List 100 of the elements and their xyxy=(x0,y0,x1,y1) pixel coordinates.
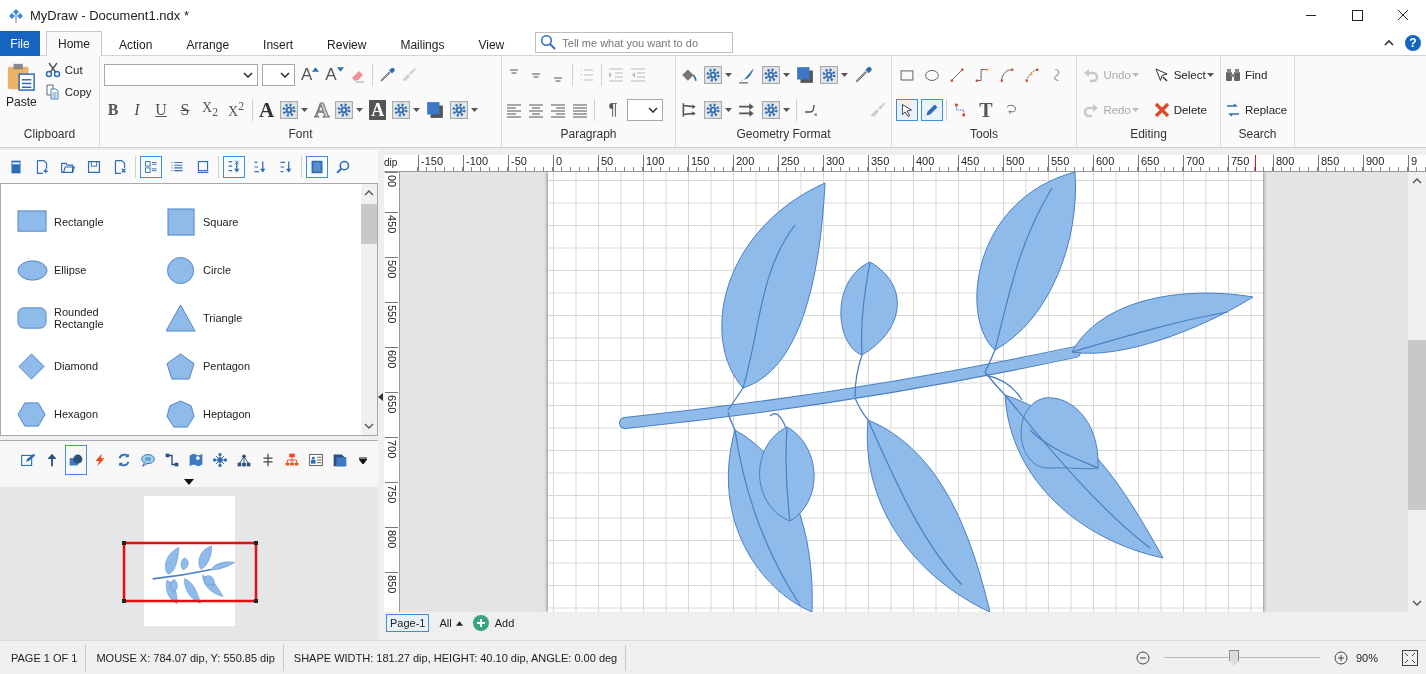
select-button[interactable]: Select xyxy=(1153,65,1214,86)
spacing-dropdown[interactable] xyxy=(627,98,663,121)
shape-item[interactable]: Rounded Rectangle xyxy=(17,294,166,342)
caret-icon[interactable] xyxy=(783,73,790,78)
underline-button[interactable]: U xyxy=(152,100,170,119)
font-size-dropdown[interactable] xyxy=(262,64,295,87)
text-shadow-button[interactable]: A xyxy=(369,99,387,120)
zoom-out-icon[interactable] xyxy=(1136,650,1150,665)
ribbon-tab[interactable]: View xyxy=(461,32,522,56)
gear-icon[interactable] xyxy=(820,66,838,85)
gear-icon[interactable] xyxy=(704,66,722,85)
window-title: MyDraw - Document1.ndx * xyxy=(30,8,189,23)
cut-button[interactable]: Cut xyxy=(44,60,92,80)
shrink-font-button[interactable]: A xyxy=(325,66,344,85)
gear-icon[interactable] xyxy=(280,100,299,119)
gear-icon[interactable] xyxy=(450,100,469,119)
scroll-down-icon[interactable] xyxy=(1412,600,1422,606)
caret-icon xyxy=(1206,73,1214,78)
caret-icon[interactable] xyxy=(471,107,479,112)
more-icon[interactable] xyxy=(359,456,367,464)
mouse-position: MOUSE X: 784.07 dip, Y: 550.85 dip xyxy=(86,644,284,671)
scroll-up-icon[interactable] xyxy=(1412,178,1422,184)
ribbon-tab[interactable]: Home xyxy=(46,31,102,56)
bold-button[interactable]: B xyxy=(104,100,122,119)
plus-circle-icon xyxy=(472,615,489,631)
scroll-thumb[interactable] xyxy=(361,204,377,244)
shape-item[interactable]: Diamond xyxy=(17,342,166,390)
superscript-button[interactable]: X$^{2}$ xyxy=(226,99,246,120)
gear-icon[interactable] xyxy=(704,100,722,119)
zoom-in-icon[interactable] xyxy=(1334,650,1348,665)
text-tool-button[interactable]: T xyxy=(975,98,997,121)
delete-button[interactable]: Delete xyxy=(1153,99,1214,120)
grow-font-button[interactable]: A xyxy=(301,66,320,85)
eyedropper-icon[interactable] xyxy=(854,66,872,85)
shape-item[interactable]: Rectangle xyxy=(17,198,166,246)
caret-icon[interactable] xyxy=(841,73,848,78)
pencil-icon[interactable] xyxy=(921,98,943,121)
shape-item[interactable]: Triangle xyxy=(166,294,315,342)
caret-icon[interactable] xyxy=(301,107,309,112)
subscript-button[interactable]: X$_{2}$ xyxy=(200,100,220,120)
sort-icon[interactable] xyxy=(223,155,245,178)
scroll-down-icon[interactable] xyxy=(364,423,374,429)
paragraph-marks-button[interactable]: ¶ xyxy=(605,99,621,120)
shape-item[interactable]: Heptagon xyxy=(166,390,315,438)
heptagon-shape-icon xyxy=(166,399,197,429)
scrollbar[interactable] xyxy=(361,184,377,435)
ribbon-tab[interactable]: Insert xyxy=(246,32,311,56)
icon-view-icon[interactable] xyxy=(140,155,162,178)
ribbon-tab[interactable]: Mailings xyxy=(383,32,462,56)
file-tab[interactable]: File xyxy=(0,31,40,56)
find-button[interactable]: Find xyxy=(1225,65,1290,86)
paste-button[interactable]: Paste xyxy=(4,60,39,109)
copy-button[interactable]: Copy xyxy=(44,82,92,102)
caret-icon[interactable] xyxy=(783,107,790,112)
shape-item[interactable]: Ellipse xyxy=(17,246,166,294)
triangle-shape-icon xyxy=(166,303,197,333)
caret-icon xyxy=(1131,73,1139,78)
gear-icon[interactable] xyxy=(762,66,780,85)
gear-icon[interactable] xyxy=(335,100,354,119)
shape-item[interactable]: Hexagon xyxy=(17,390,166,438)
group-label: Search xyxy=(1237,127,1278,143)
mouse-position-marker xyxy=(1255,155,1256,171)
line-ends-icon[interactable] xyxy=(680,100,698,119)
italic-button[interactable]: I xyxy=(128,100,146,119)
fit-to-window-icon[interactable] xyxy=(1402,649,1418,666)
book-icon[interactable] xyxy=(306,155,328,178)
caret-icon[interactable] xyxy=(725,107,732,112)
replace-button[interactable]: Replace xyxy=(1225,99,1290,120)
strikethrough-button[interactable]: S xyxy=(176,100,194,119)
eyedropper-icon[interactable] xyxy=(378,67,395,84)
shapes-icon[interactable] xyxy=(65,445,87,475)
add-page-button[interactable]: Add xyxy=(472,615,515,631)
scroll-up-icon[interactable] xyxy=(364,190,374,196)
caret-icon[interactable] xyxy=(356,107,364,112)
shape-item[interactable]: Pentagon xyxy=(166,342,315,390)
shadow-square-icon[interactable] xyxy=(796,66,814,85)
zoom-slider-thumb[interactable] xyxy=(1229,649,1240,666)
page-tab[interactable]: Page-1 xyxy=(386,614,430,632)
pointer-icon[interactable] xyxy=(896,98,918,121)
scroll-thumb[interactable] xyxy=(1408,340,1426,510)
caret-icon xyxy=(312,67,320,73)
ribbon-tab[interactable]: Action xyxy=(102,32,170,56)
ribbon-tab[interactable]: Review xyxy=(310,32,384,56)
viewport-frame[interactable] xyxy=(122,541,258,603)
shape-item[interactable]: Circle xyxy=(166,246,315,294)
shape-item[interactable]: Square xyxy=(166,198,315,246)
help-button[interactable]: ? xyxy=(1405,35,1421,51)
arrows-icon[interactable] xyxy=(738,100,756,119)
search-field[interactable]: Tell me what you want to do xyxy=(535,32,734,53)
ribbon-tab[interactable]: Arrange xyxy=(169,32,247,56)
shadow-square-icon[interactable] xyxy=(426,100,445,119)
square-shape-icon xyxy=(166,207,197,237)
gear-icon[interactable] xyxy=(392,100,411,119)
caret-icon[interactable] xyxy=(413,107,421,112)
gear-icon[interactable] xyxy=(762,100,780,119)
all-pages-button[interactable]: All xyxy=(439,617,463,629)
vertical-ruler: 00 450 500 550 600 650 700 750 800 850 xyxy=(384,172,400,612)
caret-icon[interactable] xyxy=(725,73,732,78)
text-color-button[interactable]: A xyxy=(259,98,275,121)
expand-caret-icon[interactable] xyxy=(184,479,194,485)
